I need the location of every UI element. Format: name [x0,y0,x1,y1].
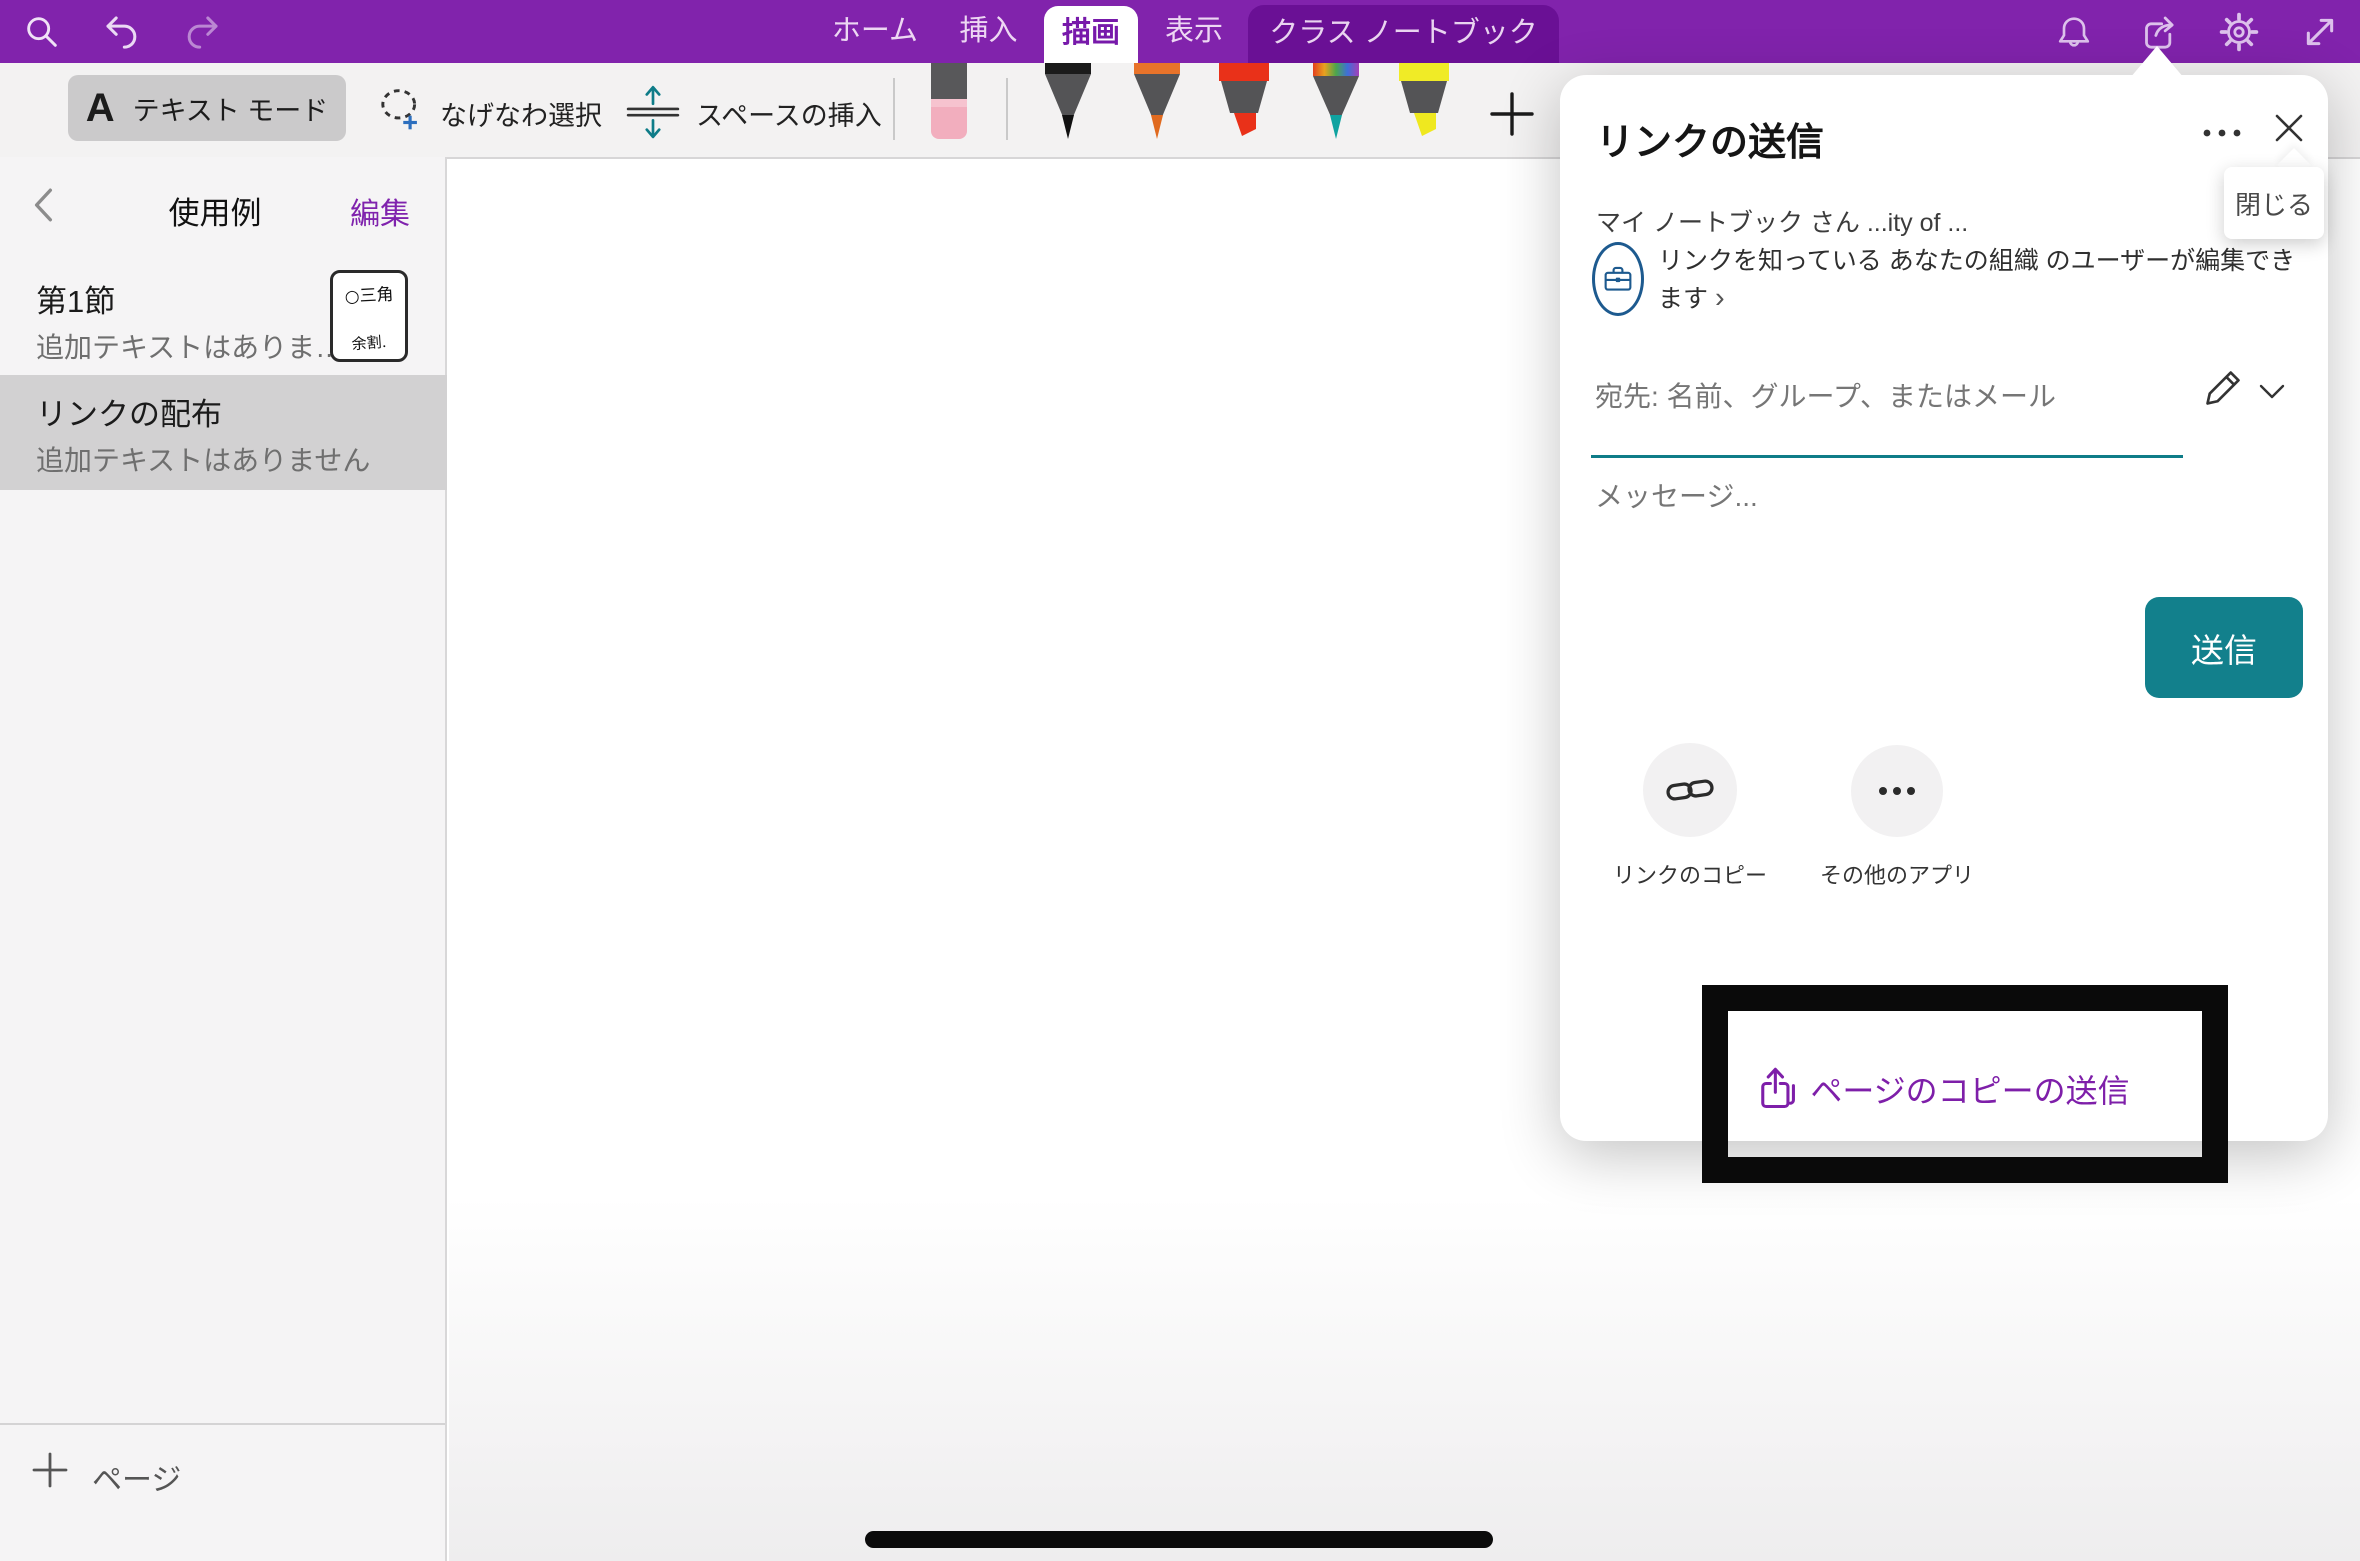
onenote-app: ホーム 挿入 描画 表示 クラス ノートブック A テキスト モード なげなわ選… [0,0,2360,1561]
tab-class-notebook[interactable]: クラス ノートブック [1248,5,1559,63]
organization-briefcase-icon[interactable] [1592,242,1644,316]
sidebar-title: 使用例 [110,188,320,233]
tab-draw[interactable]: 描画 [1044,6,1138,63]
page-item-title: 第1節 [36,276,115,321]
close-icon[interactable] [2266,105,2312,151]
close-tooltip-label: 閉じる [2235,185,2313,222]
red-highlighter-icon[interactable] [1212,63,1276,148]
tab-insert[interactable]: 挿入 [936,0,1041,63]
text-mode-label: テキスト モード [133,89,329,128]
lasso-select-icon[interactable] [376,85,426,135]
link-permission-text[interactable]: リンクを知っている あなたの組織 のユーザーが編集できます › [1658,243,2298,318]
insert-space-label[interactable]: スペースの挿入 [696,94,882,133]
yellow-highlighter-icon[interactable] [1392,63,1456,148]
add-page-plus-icon [30,1450,70,1490]
close-tooltip: 閉じる [2224,167,2324,239]
edit-pencil-icon[interactable] [2202,367,2244,409]
send-page-copy-button[interactable]: ページのコピーの送信 [1560,1037,2328,1141]
more-options-icon[interactable] [2196,115,2248,151]
link-icon [1665,773,1715,807]
toolbar-divider [893,78,895,140]
copy-link-button[interactable] [1643,743,1737,837]
send-link-dialog: リンクの送信 マイ ノートブック さん ...ity of ... リンクを知っ… [1560,75,2328,1141]
thumbnail-handwriting: 余割. [332,330,405,356]
insert-space-icon[interactable] [624,81,682,139]
text-mode-button[interactable]: A テキスト モード [68,75,346,141]
back-chevron-icon[interactable] [28,186,60,229]
chevron-down-icon[interactable] [2258,383,2286,401]
dialog-title: リンクの送信 [1596,111,1824,166]
page-item-title: リンクの配布 [36,389,222,434]
top-bar: ホーム 挿入 描画 表示 クラス ノートブック [0,0,2360,63]
page-thumbnail: ○三角 余割. [330,270,408,362]
copy-link-label: リンクのコピー [1608,858,1772,890]
eraser-tool-icon[interactable] [926,63,972,146]
send-button-label: 送信 [2191,624,2257,672]
dialog-callout-arrow [2130,46,2184,78]
redo-icon[interactable] [180,10,224,54]
home-indicator[interactable] [865,1531,1493,1548]
thumbnail-handwriting: ○三角 [332,279,405,308]
lasso-select-label[interactable]: なげなわ選択 [440,94,602,133]
page-item-subtitle: 追加テキストはありません [36,439,370,479]
recipient-input[interactable]: 宛先: 名前、グループ、またはメール [1595,375,2056,415]
more-apps-button[interactable] [1851,745,1943,837]
chevron-right-icon: › [1715,282,1725,314]
edit-button[interactable]: 編集 [350,189,430,233]
dialog-subtitle: マイ ノートブック さん ...ity of ... [1596,203,1968,239]
send-copy-icon [1758,1066,1796,1112]
search-icon[interactable] [20,10,64,54]
ellipsis-icon [1877,785,1917,797]
orange-pen-icon[interactable] [1125,63,1189,148]
send-button[interactable]: 送信 [2145,597,2303,698]
add-page-button[interactable] [30,1450,70,1495]
add-pen-plus-icon[interactable] [1488,90,1536,143]
page-list-item-selected[interactable]: リンクの配布 追加テキストはありません [0,375,447,490]
permission-label: リンクを知っている あなたの組織 のユーザーが編集できます [1658,247,2295,313]
sidebar-footer-divider [0,1423,445,1425]
recipient-input-underline [1591,455,2183,458]
page-list-item[interactable]: 第1節 追加テキストはありま… ○三角 余割. [0,262,447,375]
page-item-subtitle: 追加テキストはありま… [36,326,343,366]
more-apps-label: その他のアプリ [1815,858,1979,890]
settings-gear-icon[interactable] [2217,10,2261,54]
tab-home[interactable]: ホーム [820,0,930,63]
notifications-bell-icon[interactable] [2052,10,2096,54]
expand-fullscreen-icon[interactable] [2298,10,2342,54]
tab-view[interactable]: 表示 [1146,0,1242,63]
message-input[interactable]: メッセージ... [1595,475,1758,515]
add-page-label[interactable]: ページ [92,1455,181,1499]
undo-icon[interactable] [100,10,144,54]
toolbar-divider [1006,78,1008,140]
black-pen-icon[interactable] [1036,63,1100,148]
text-mode-a-icon: A [86,88,115,128]
send-page-copy-label: ページのコピーの送信 [1810,1066,2129,1112]
rainbow-pen-icon[interactable] [1304,63,1368,148]
